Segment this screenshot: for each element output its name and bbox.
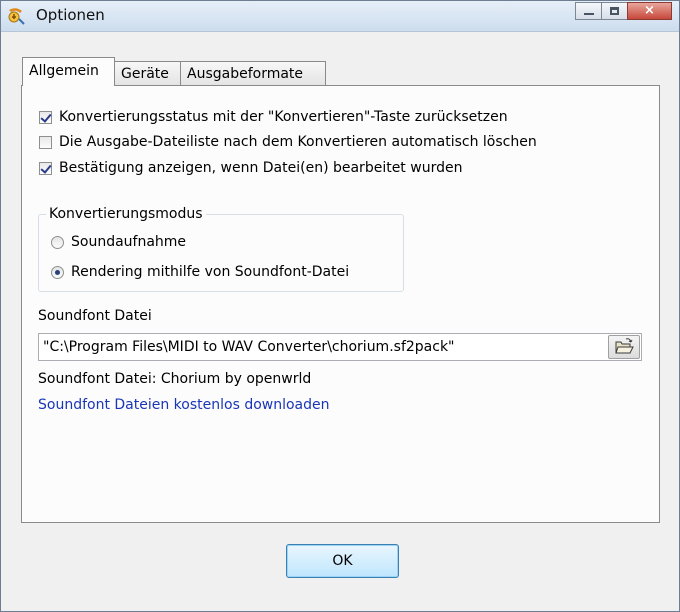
checkbox-box[interactable]: [39, 110, 52, 124]
conversion-mode-label: Konvertierungsmodus: [46, 206, 206, 222]
minimize-icon: [584, 13, 594, 15]
checkbox-show-confirmation[interactable]: Bestätigung anzeigen, wenn Datei(en) bea…: [39, 158, 462, 178]
radio-circle[interactable]: [51, 235, 64, 249]
close-button[interactable]: ×: [627, 2, 672, 20]
checkbox-box[interactable]: [39, 135, 52, 149]
maximize-button[interactable]: [601, 2, 628, 20]
browse-button[interactable]: [608, 335, 640, 359]
options-dialog: Optionen × Allgemein Geräte Ausgabeforma…: [0, 0, 680, 612]
radio-circle[interactable]: [51, 265, 64, 279]
soundfont-info-text: Soundfont Datei: Chorium by openwrld: [38, 371, 312, 387]
soundfont-file-label: Soundfont Datei: [38, 308, 152, 324]
title-bar[interactable]: Optionen ×: [1, 1, 679, 32]
soundfont-path-value: "C:\Program Files\MIDI to WAV Converter\…: [43, 339, 455, 355]
open-folder-icon: [615, 338, 634, 354]
tab-geraete[interactable]: Geräte: [114, 61, 181, 85]
window-title: Optionen: [36, 6, 105, 24]
checkbox-label: Konvertierungsstatus mit der "Konvertier…: [59, 109, 508, 125]
radio-label: Rendering mithilfe von Soundfont-Datei: [71, 264, 350, 280]
tab-ausgabeformate[interactable]: Ausgabeformate: [180, 61, 326, 85]
close-icon: ×: [644, 3, 655, 18]
soundfont-download-link[interactable]: Soundfont Dateien kostenlos downloaden: [38, 397, 330, 413]
ok-button[interactable]: OK: [286, 544, 399, 578]
minimize-button[interactable]: [575, 2, 602, 20]
checkbox-label: Die Ausgabe-Dateiliste nach dem Konverti…: [59, 134, 537, 150]
checkbox-reset-status[interactable]: Konvertierungsstatus mit der "Konvertier…: [39, 107, 508, 127]
radio-label: Soundaufnahme: [71, 234, 187, 250]
maximize-icon: [610, 7, 619, 15]
checkbox-clear-list[interactable]: Die Ausgabe-Dateiliste nach dem Konverti…: [39, 132, 537, 152]
tab-allgemein[interactable]: Allgemein: [22, 57, 115, 86]
radio-sound-recording[interactable]: Soundaufnahme: [51, 232, 186, 252]
checkbox-box[interactable]: [39, 161, 52, 175]
radio-soundfont-rendering[interactable]: Rendering mithilfe von Soundfont-Datei: [51, 262, 349, 282]
soundfont-path-field[interactable]: "C:\Program Files\MIDI to WAV Converter\…: [38, 333, 642, 361]
checkbox-label: Bestätigung anzeigen, wenn Datei(en) bea…: [59, 160, 463, 176]
converter-app-icon: [8, 8, 25, 25]
caption-buttons: ×: [575, 2, 672, 20]
